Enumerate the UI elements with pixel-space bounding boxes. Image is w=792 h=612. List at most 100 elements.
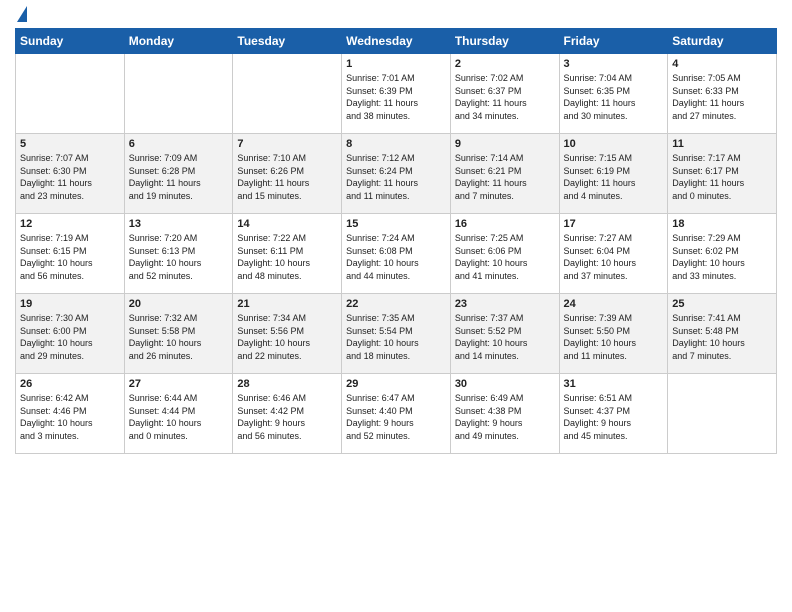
cell-info: Sunrise: 7:17 AM Sunset: 6:17 PM Dayligh… [672,152,772,202]
cell-info: Sunrise: 7:12 AM Sunset: 6:24 PM Dayligh… [346,152,446,202]
day-number: 14 [237,218,337,230]
calendar-cell [233,54,342,134]
calendar-cell: 17 Sunrise: 7:27 AM Sunset: 6:04 PM Dayli… [559,214,668,294]
calendar-cell: 24Sunrise: 7:39 AM Sunset: 5:50 PM Dayli… [559,294,668,374]
day-number: 25 [672,298,772,310]
cell-info: Sunrise: 6:42 AM Sunset: 4:46 PM Dayligh… [20,392,120,442]
cell-info: Sunrise: 7:01 AM Sunset: 6:39 PM Dayligh… [346,72,446,122]
cell-info: Sunrise: 7:25 AM Sunset: 6:06 PM Dayligh… [455,232,555,282]
calendar-week-row: 19 Sunrise: 7:30 AM Sunset: 6:00 PM Dayli… [16,294,777,374]
cell-info: Sunrise: 7:34 AM Sunset: 5:56 PM Dayligh… [237,312,337,362]
day-number: 3 [564,58,664,70]
calendar-cell: 4 Sunrise: 7:05 AM Sunset: 6:33 PM Daylig… [668,54,777,134]
cell-info: Sunrise: 7:35 AM Sunset: 5:54 PM Dayligh… [346,312,446,362]
calendar-cell: 10Sunrise: 7:15 AM Sunset: 6:19 PM Dayli… [559,134,668,214]
day-number: 27 [129,378,229,390]
calendar-cell: 22 Sunrise: 7:35 AM Sunset: 5:54 PM Dayli… [342,294,451,374]
day-number: 15 [346,218,446,230]
cell-info: Sunrise: 7:09 AM Sunset: 6:28 PM Dayligh… [129,152,229,202]
day-number: 8 [346,138,446,150]
calendar-cell [668,374,777,454]
calendar-cell: 8 Sunrise: 7:12 AM Sunset: 6:24 PM Daylig… [342,134,451,214]
weekday-header: Friday [559,29,668,54]
cell-info: Sunrise: 7:04 AM Sunset: 6:35 PM Dayligh… [564,72,664,122]
weekday-header: Thursday [450,29,559,54]
calendar-cell [16,54,125,134]
day-number: 7 [237,138,337,150]
cell-info: Sunrise: 7:37 AM Sunset: 5:52 PM Dayligh… [455,312,555,362]
calendar-cell: 25 Sunrise: 7:41 AM Sunset: 5:48 PM Dayli… [668,294,777,374]
calendar-week-row: 5 Sunrise: 7:07 AM Sunset: 6:30 PM Daylig… [16,134,777,214]
cell-info: Sunrise: 6:44 AM Sunset: 4:44 PM Dayligh… [129,392,229,442]
cell-info: Sunrise: 6:49 AM Sunset: 4:38 PM Dayligh… [455,392,555,442]
calendar-cell: 21 Sunrise: 7:34 AM Sunset: 5:56 PM Dayli… [233,294,342,374]
day-number: 9 [455,138,555,150]
cell-info: Sunrise: 7:32 AM Sunset: 5:58 PM Dayligh… [129,312,229,362]
weekday-header: Saturday [668,29,777,54]
day-number: 11 [672,138,772,150]
calendar-cell: 19 Sunrise: 7:30 AM Sunset: 6:00 PM Dayli… [16,294,125,374]
day-number: 21 [237,298,337,310]
day-number: 5 [20,138,120,150]
calendar-cell [124,54,233,134]
day-number: 23 [455,298,555,310]
calendar-cell: 27 Sunrise: 6:44 AM Sunset: 4:44 PM Dayli… [124,374,233,454]
calendar-cell: 1Sunrise: 7:01 AM Sunset: 6:39 PM Daylig… [342,54,451,134]
calendar-cell: 15 Sunrise: 7:24 AM Sunset: 6:08 PM Dayli… [342,214,451,294]
day-number: 22 [346,298,446,310]
calendar-cell: 23 Sunrise: 7:37 AM Sunset: 5:52 PM Dayli… [450,294,559,374]
day-number: 18 [672,218,772,230]
calendar-cell: 14Sunrise: 7:22 AM Sunset: 6:11 PM Dayli… [233,214,342,294]
calendar-cell: 13Sunrise: 7:20 AM Sunset: 6:13 PM Dayli… [124,214,233,294]
day-number: 30 [455,378,555,390]
cell-info: Sunrise: 7:29 AM Sunset: 6:02 PM Dayligh… [672,232,772,282]
cell-info: Sunrise: 7:05 AM Sunset: 6:33 PM Dayligh… [672,72,772,122]
cell-info: Sunrise: 6:51 AM Sunset: 4:37 PM Dayligh… [564,392,664,442]
calendar-cell: 26Sunrise: 6:42 AM Sunset: 4:46 PM Dayli… [16,374,125,454]
cell-info: Sunrise: 7:07 AM Sunset: 6:30 PM Dayligh… [20,152,120,202]
calendar-cell: 29Sunrise: 6:47 AM Sunset: 4:40 PM Dayli… [342,374,451,454]
weekday-header: Sunday [16,29,125,54]
calendar-cell: 5 Sunrise: 7:07 AM Sunset: 6:30 PM Daylig… [16,134,125,214]
day-number: 28 [237,378,337,390]
calendar-cell: 30 Sunrise: 6:49 AM Sunset: 4:38 PM Dayli… [450,374,559,454]
calendar-cell: 9 Sunrise: 7:14 AM Sunset: 6:21 PM Daylig… [450,134,559,214]
day-number: 31 [564,378,664,390]
cell-info: Sunrise: 7:41 AM Sunset: 5:48 PM Dayligh… [672,312,772,362]
day-number: 6 [129,138,229,150]
cell-info: Sunrise: 7:14 AM Sunset: 6:21 PM Dayligh… [455,152,555,202]
day-number: 2 [455,58,555,70]
weekday-header: Tuesday [233,29,342,54]
calendar-cell: 12Sunrise: 7:19 AM Sunset: 6:15 PM Dayli… [16,214,125,294]
logo-triangle-icon [17,6,27,22]
calendar-cell: 2 Sunrise: 7:02 AM Sunset: 6:37 PM Daylig… [450,54,559,134]
calendar-cell: 31 Sunrise: 6:51 AM Sunset: 4:37 PM Dayli… [559,374,668,454]
logo [15,10,27,22]
day-number: 4 [672,58,772,70]
calendar-cell: 18 Sunrise: 7:29 AM Sunset: 6:02 PM Dayli… [668,214,777,294]
day-number: 17 [564,218,664,230]
cell-info: Sunrise: 7:24 AM Sunset: 6:08 PM Dayligh… [346,232,446,282]
cell-info: Sunrise: 7:02 AM Sunset: 6:37 PM Dayligh… [455,72,555,122]
cell-info: Sunrise: 7:27 AM Sunset: 6:04 PM Dayligh… [564,232,664,282]
cell-info: Sunrise: 7:20 AM Sunset: 6:13 PM Dayligh… [129,232,229,282]
day-number: 20 [129,298,229,310]
weekday-header: Wednesday [342,29,451,54]
cell-info: Sunrise: 7:30 AM Sunset: 6:00 PM Dayligh… [20,312,120,362]
cell-info: Sunrise: 7:39 AM Sunset: 5:50 PM Dayligh… [564,312,664,362]
cell-info: Sunrise: 7:10 AM Sunset: 6:26 PM Dayligh… [237,152,337,202]
calendar-cell: 3 Sunrise: 7:04 AM Sunset: 6:35 PM Daylig… [559,54,668,134]
header-row: SundayMondayTuesdayWednesdayThursdayFrid… [16,29,777,54]
cell-info: Sunrise: 6:47 AM Sunset: 4:40 PM Dayligh… [346,392,446,442]
calendar-table: SundayMondayTuesdayWednesdayThursdayFrid… [15,28,777,454]
day-number: 19 [20,298,120,310]
calendar-week-row: 12Sunrise: 7:19 AM Sunset: 6:15 PM Dayli… [16,214,777,294]
calendar-cell: 6 Sunrise: 7:09 AM Sunset: 6:28 PM Daylig… [124,134,233,214]
calendar-week-row: 26Sunrise: 6:42 AM Sunset: 4:46 PM Dayli… [16,374,777,454]
calendar-cell: 20 Sunrise: 7:32 AM Sunset: 5:58 PM Dayli… [124,294,233,374]
page-header [15,10,777,22]
cell-info: Sunrise: 6:46 AM Sunset: 4:42 PM Dayligh… [237,392,337,442]
calendar-cell: 7 Sunrise: 7:10 AM Sunset: 6:26 PM Daylig… [233,134,342,214]
day-number: 10 [564,138,664,150]
page-container: SundayMondayTuesdayWednesdayThursdayFrid… [0,0,792,459]
